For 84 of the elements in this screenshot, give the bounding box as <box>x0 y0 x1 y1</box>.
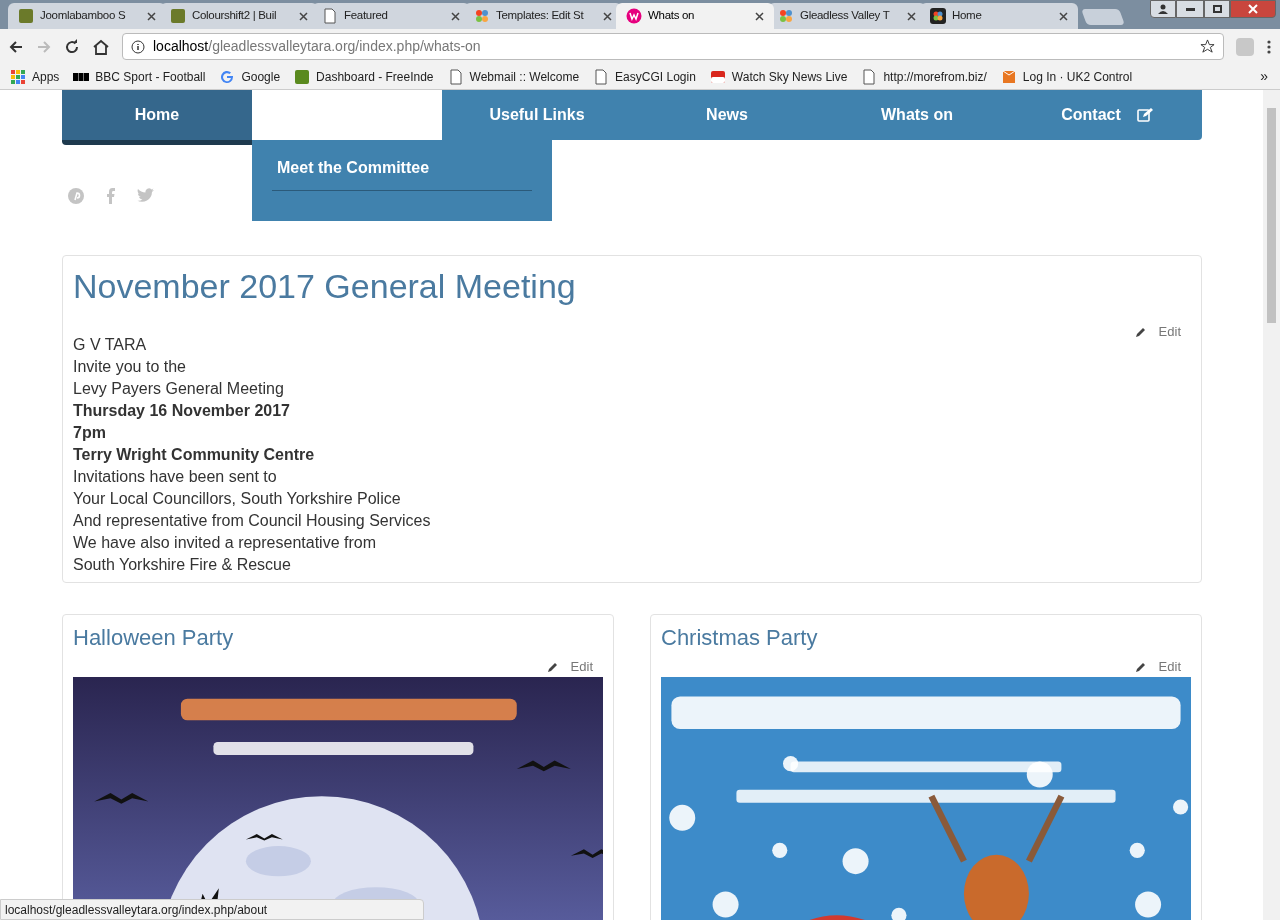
site-icon <box>170 8 186 24</box>
scrollbar[interactable] <box>1263 90 1280 920</box>
tab-title: Featured <box>344 8 389 24</box>
event-title: Christmas Party <box>661 623 819 652</box>
bookmark[interactable]: Apps <box>10 67 60 86</box>
pencil-icon <box>1134 660 1147 673</box>
tab-title: Gleadless Valley T <box>800 8 891 24</box>
nav-item[interactable]: Home <box>62 90 252 145</box>
site-icon <box>778 8 794 24</box>
bookmark[interactable]: Dashboard - FreeInde <box>294 67 434 86</box>
back-icon[interactable] <box>8 38 24 55</box>
edit-icon <box>1136 108 1153 122</box>
tab-title: Home <box>952 8 983 24</box>
pencil-icon <box>1134 325 1147 338</box>
close-window-button[interactable] <box>1230 0 1276 18</box>
edit-link[interactable]: Edit <box>546 656 593 677</box>
article-text: Your Local Councillors, South Yorkshire Police <box>73 488 401 509</box>
site-icon <box>18 8 34 24</box>
article-text: Invitations have been sent to <box>73 466 277 487</box>
article-text: Terry Wright Community Centre <box>73 444 315 465</box>
home-icon[interactable] <box>92 38 110 55</box>
close-icon[interactable] <box>755 11 764 21</box>
site-icon <box>322 8 338 24</box>
site-icon <box>294 68 311 85</box>
minimize-button[interactable] <box>1176 0 1204 18</box>
reload-icon[interactable] <box>64 38 80 55</box>
browser-tab[interactable]: Home <box>920 3 1078 29</box>
article-text: 7pm <box>73 422 106 443</box>
bookmark[interactable]: Webmail :: Welcome <box>447 67 580 86</box>
person-icon <box>1158 4 1168 14</box>
article-text: G V TARA <box>73 334 147 355</box>
event-title: Halloween Party <box>73 623 235 652</box>
maximize-button[interactable] <box>1204 0 1230 18</box>
site-icon <box>709 68 726 85</box>
site-icon <box>10 68 26 85</box>
nav-item[interactable]: News <box>632 90 822 140</box>
star-icon[interactable] <box>1200 39 1215 54</box>
pencil-icon <box>546 660 559 673</box>
site-icon <box>474 8 490 24</box>
close-icon[interactable] <box>147 11 156 21</box>
site-icon <box>626 8 642 24</box>
info-icon <box>131 39 145 54</box>
more-bookmarks-button[interactable]: » <box>1260 66 1268 87</box>
profile-button[interactable] <box>1150 0 1176 18</box>
url-text: localhost/gleadlessvalleytara.org/index.php/whats-on <box>153 37 482 56</box>
menu-icon[interactable] <box>1266 38 1272 55</box>
article-text: Thursday 16 November 2017 <box>73 400 290 421</box>
site-icon <box>930 8 946 24</box>
bookmark[interactable]: Google <box>219 67 281 86</box>
nav-item[interactable]: Whats on <box>822 90 1012 140</box>
bookmark[interactable]: Watch Sky News Live <box>709 67 848 86</box>
close-icon[interactable] <box>299 11 308 21</box>
bookmark[interactable]: http://morefrom.biz/ <box>861 67 987 86</box>
browser-tab[interactable]: Whats on <box>616 3 774 29</box>
close-icon <box>1248 4 1258 14</box>
site-icon <box>1000 68 1017 85</box>
bookmark[interactable]: Log In · UK2 Control <box>1000 67 1133 86</box>
site-icon <box>219 68 236 85</box>
tab-title: Joomlabamboo S <box>40 8 127 24</box>
bookmark[interactable]: BBC Sport - Football <box>73 67 206 86</box>
site-icon <box>447 68 464 85</box>
article-text: And representative from Council Housing Services <box>73 510 431 531</box>
address-field[interactable]: localhost/gleadlessvalleytara.org/index.php/whats-on <box>122 33 1224 60</box>
edit-link[interactable]: Edit <box>1134 322 1181 342</box>
close-icon[interactable] <box>907 11 916 21</box>
nav-item[interactable]: Contact <box>1012 90 1202 140</box>
dropdown-item[interactable]: Meet the Committee <box>272 156 532 191</box>
close-icon[interactable] <box>451 11 460 21</box>
article-text: Invite you to the <box>73 356 186 377</box>
edit-link[interactable]: Edit <box>1134 656 1181 677</box>
bookmark[interactable]: EasyCGI Login <box>593 67 696 86</box>
site-icon <box>861 68 878 85</box>
article-title: November 2017 General Meeting <box>73 266 577 307</box>
status-bubble: localhost/gleadlessvalleytara.org/index.php/about <box>0 899 424 920</box>
tab-title: Templates: Edit St <box>496 8 585 24</box>
tab-title: Whats on <box>648 8 696 24</box>
article-text: South Yorkshire Fire & Rescue <box>73 554 291 575</box>
article-text: Levy Payers General Meeting <box>73 378 284 399</box>
close-icon[interactable] <box>1059 11 1068 21</box>
nav-item[interactable]: Useful Links <box>442 90 632 140</box>
site-icon <box>593 68 610 85</box>
article-text: We have also invited a representative from <box>73 532 376 553</box>
close-icon[interactable] <box>603 11 612 21</box>
tab-title: Colourshift2 | Buil <box>192 8 278 24</box>
